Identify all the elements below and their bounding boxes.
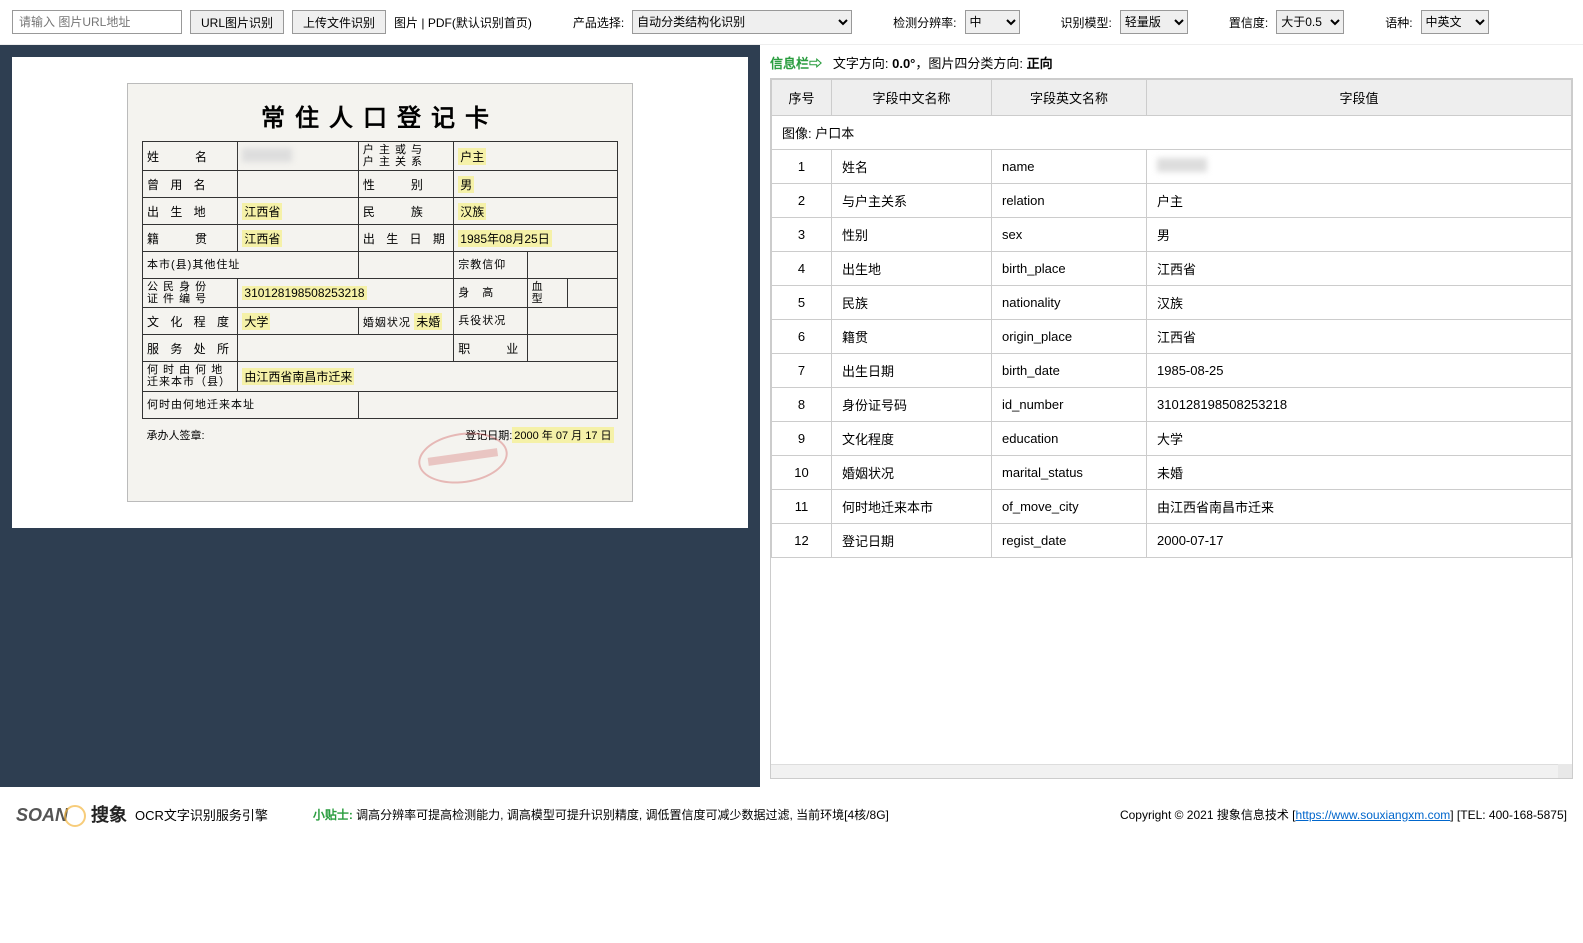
table-row: 7出生日期birth_date1985-08-25 — [772, 354, 1572, 388]
tip-label: 小贴士: — [313, 808, 353, 822]
tip-text: 调高分辨率可提高检测能力, 调高模型可提升识别精度, 调低置信度可减少数据过滤,… — [356, 808, 889, 822]
image-type-row: 图像: 户口本 — [772, 116, 1572, 150]
url-input[interactable] — [12, 10, 182, 34]
table-row: 11何时地迁来本市of_move_city由江西省南昌市迁来 — [772, 490, 1572, 524]
info-bar-label: 信息栏⇨ — [770, 56, 822, 71]
main: 常住人口登记卡 姓 名户 主 或 与 户 主 关 系户主 曾 用 名性 别男 出… — [0, 45, 1583, 787]
doc-ethnic: 汉族 — [458, 203, 486, 220]
company-link[interactable]: https://www.souxiangxm.com — [1296, 808, 1451, 822]
doc-relation: 户主 — [458, 148, 486, 165]
col-value: 字段值 — [1147, 80, 1572, 116]
table-row: 1姓名name — [772, 150, 1572, 184]
col-index: 序号 — [772, 80, 832, 116]
logo: SOAN 搜象 — [16, 801, 127, 827]
resolution-select[interactable]: 中 — [965, 10, 1020, 34]
lang-label: 语种: — [1385, 14, 1412, 31]
doc-sex: 男 — [458, 176, 474, 193]
doc-marital: 未婚 — [414, 313, 442, 330]
doc-form: 姓 名户 主 或 与 户 主 关 系户主 曾 用 名性 别男 出 生 地江西省民… — [142, 141, 618, 445]
col-cn-name: 字段中文名称 — [832, 80, 992, 116]
doc-origin: 江西省 — [242, 230, 282, 247]
model-label: 识别模型: — [1061, 14, 1112, 31]
file-types-label: 图片 | PDF(默认识别首页) — [394, 14, 532, 31]
doc-regdate: 2000 年 07 月 17 日 — [512, 427, 613, 443]
image-panel: 常住人口登记卡 姓 名户 主 或 与 户 主 关 系户主 曾 用 名性 别男 出… — [0, 45, 760, 787]
footer-right: Copyright © 2021 搜象信息技术 [https://www.sou… — [1120, 806, 1567, 823]
table-row: 5民族nationality汉族 — [772, 286, 1572, 320]
text-direction: 0.0° — [892, 56, 915, 71]
result-table: 序号 字段中文名称 字段英文名称 字段值 图像: 户口本 1姓名name2与户主… — [771, 79, 1572, 558]
doc-id: 310128198508253218 — [242, 286, 366, 300]
table-row: 8身份证号码id_number310128198508253218 — [772, 388, 1572, 422]
table-row: 6籍贯origin_place江西省 — [772, 320, 1572, 354]
product-select[interactable]: 自动分类结构化识别 — [632, 10, 852, 34]
doc-move: 由江西省南昌市迁来 — [242, 368, 354, 385]
quad-direction: 正向 — [1027, 56, 1053, 71]
toolbar: URL图片识别 上传文件识别 图片 | PDF(默认识别首页) 产品选择: 自动… — [0, 0, 1583, 45]
table-row: 10婚姻状况marital_status未婚 — [772, 456, 1572, 490]
result-table-container: 序号 字段中文名称 字段英文名称 字段值 图像: 户口本 1姓名name2与户主… — [770, 78, 1573, 779]
lang-select[interactable]: 中英文 — [1421, 10, 1489, 34]
result-panel: 信息栏⇨ 文字方向: 0.0°，图片四分类方向: 正向 序号 字段中文名称 字段… — [760, 45, 1583, 787]
document-preview: 常住人口登记卡 姓 名户 主 或 与 户 主 关 系户主 曾 用 名性 别男 出… — [127, 83, 633, 502]
image-viewer[interactable]: 常住人口登记卡 姓 名户 主 或 与 户 主 关 系户主 曾 用 名性 别男 出… — [12, 57, 748, 528]
model-select[interactable]: 轻量版 — [1120, 10, 1188, 34]
horizontal-scrollbar[interactable] — [771, 764, 1558, 778]
table-row: 9文化程度education大学 — [772, 422, 1572, 456]
engine-label: OCR文字识别服务引擎 — [135, 805, 268, 824]
upload-file-button[interactable]: 上传文件识别 — [292, 10, 386, 34]
table-row: 4出生地birth_place江西省 — [772, 252, 1572, 286]
table-row: 2与户主关系relation户主 — [772, 184, 1572, 218]
doc-name-value — [242, 148, 292, 162]
footer: SOAN 搜象 OCR文字识别服务引擎 小贴士: 调高分辨率可提高检测能力, 调… — [0, 787, 1583, 835]
resolution-label: 检测分辨率: — [893, 14, 956, 31]
confidence-select[interactable]: 大于0.5 — [1276, 10, 1344, 34]
url-recognize-button[interactable]: URL图片识别 — [190, 10, 284, 34]
doc-birthplace: 江西省 — [242, 203, 282, 220]
doc-birthdate: 1985年08月25日 — [458, 230, 551, 247]
doc-title: 常住人口登记卡 — [142, 98, 618, 133]
info-bar: 信息栏⇨ 文字方向: 0.0°，图片四分类方向: 正向 — [770, 53, 1573, 72]
table-row: 12登记日期regist_date2000-07-17 — [772, 524, 1572, 558]
product-label: 产品选择: — [573, 14, 624, 31]
table-row: 3性别sex男 — [772, 218, 1572, 252]
col-en-name: 字段英文名称 — [992, 80, 1147, 116]
doc-edu: 大学 — [242, 313, 270, 330]
confidence-label: 置信度: — [1229, 14, 1268, 31]
